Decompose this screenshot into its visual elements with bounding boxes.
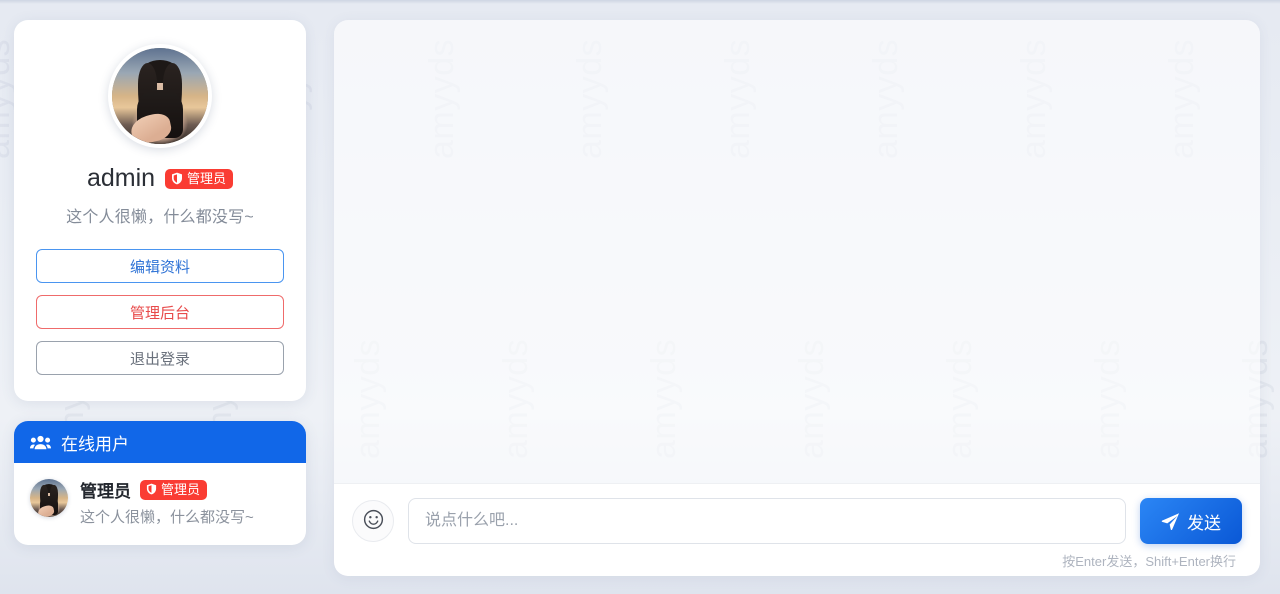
online-user-badge-label: 管理员 xyxy=(161,481,201,497)
display-name: admin xyxy=(86,164,156,192)
online-users-header: 在线用户 xyxy=(14,421,306,463)
edit-profile-button[interactable]: 编辑资料 xyxy=(36,249,284,283)
online-user-bio: 这个人很懒，什么都没写~ xyxy=(80,509,254,526)
online-users-title: 在线用户 xyxy=(61,434,129,454)
send-button-label: 发送 xyxy=(1187,513,1221,533)
message-composer: 发送 按Enter发送，Shift+Enter换行 xyxy=(334,483,1260,576)
online-user-info: 管理员 管理员 这个人很懒，什么都没写~ xyxy=(80,477,290,527)
online-user-name: 管理员 xyxy=(80,482,131,501)
message-input[interactable] xyxy=(408,498,1126,544)
users-group-icon xyxy=(30,435,51,450)
emoji-picker-button[interactable] xyxy=(352,500,394,542)
shield-icon xyxy=(146,483,157,495)
logout-button[interactable]: 退出登录 xyxy=(36,341,284,375)
online-users-card: 在线用户 管理员 管理员 这个人很懒，什么都没写~ xyxy=(14,421,306,545)
admin-panel-button[interactable]: 管理后台 xyxy=(36,295,284,329)
admin-badge: 管理员 xyxy=(165,168,234,189)
online-user-name-row: 管理员 管理员 xyxy=(80,477,290,502)
online-user-row[interactable]: 管理员 管理员 这个人很懒，什么都没写~ xyxy=(14,463,306,545)
message-list[interactable] xyxy=(334,20,1260,483)
user-avatar[interactable] xyxy=(108,44,212,148)
smiley-face-icon xyxy=(363,509,384,533)
shield-icon xyxy=(171,172,183,185)
send-button[interactable]: 发送 xyxy=(1140,498,1242,544)
profile-bio: 这个人很懒，什么都没写~ xyxy=(66,209,254,226)
admin-badge-label: 管理员 xyxy=(187,170,227,186)
display-name-row: admin 管理员 xyxy=(86,164,234,192)
profile-action-buttons: 编辑资料 管理后台 退出登录 xyxy=(36,249,284,375)
app-root: admin 管理员 这个人很懒，什么都没写~ 编辑资料 管理后台 退出登录 在线… xyxy=(0,0,1280,594)
online-user-admin-badge: 管理员 xyxy=(140,479,208,500)
composer-hint: 按Enter发送，Shift+Enter换行 xyxy=(1062,554,1236,569)
sidebar: admin 管理员 这个人很懒，什么都没写~ 编辑资料 管理后台 退出登录 在线… xyxy=(10,20,306,576)
paper-plane-icon xyxy=(1161,512,1180,531)
profile-card: admin 管理员 这个人很懒，什么都没写~ 编辑资料 管理后台 退出登录 xyxy=(14,20,306,401)
chat-panel: 发送 按Enter发送，Shift+Enter换行 xyxy=(334,20,1260,576)
composer-row: 发送 xyxy=(352,498,1242,544)
online-user-avatar xyxy=(30,479,68,517)
